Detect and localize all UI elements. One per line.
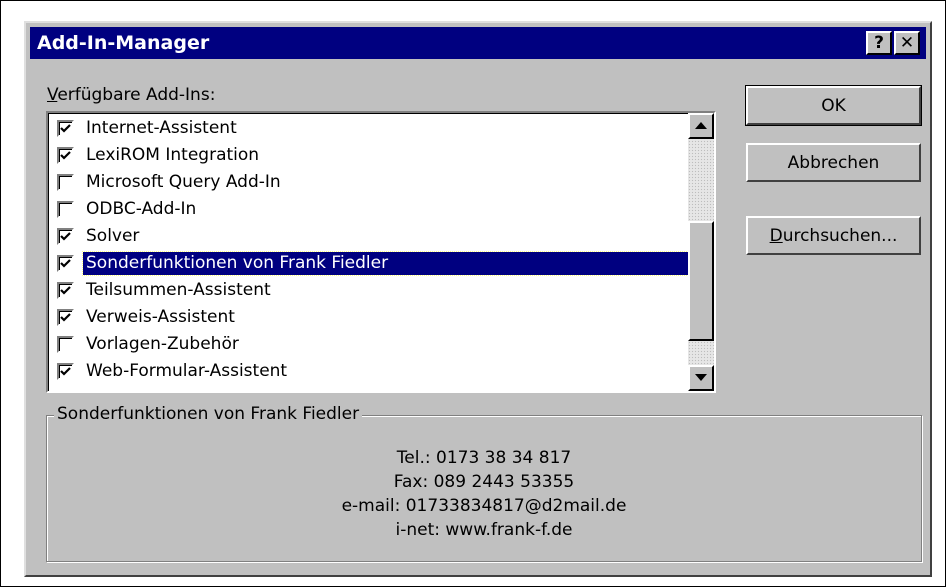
up-arrow-icon	[695, 122, 707, 129]
help-icon: ?	[874, 33, 884, 53]
close-icon: ✕	[899, 33, 915, 53]
list-item[interactable]: Microsoft Query Add-In	[49, 169, 688, 196]
list-item[interactable]: Internet-Assistent	[49, 115, 688, 142]
cancel-button-label: Abbrechen	[787, 152, 880, 173]
list-item-label: Microsoft Query Add-In	[86, 172, 281, 192]
list-item-label: Verweis-Assistent	[86, 307, 235, 327]
addin-checkbox[interactable]	[57, 363, 74, 380]
available-addins-label: Verfügbare Add-Ins:	[47, 85, 215, 105]
addins-list: Internet-Assistent LexiROM Integration Mic…	[48, 113, 688, 391]
list-item-label: Teilsummen-Assistent	[86, 280, 271, 300]
addin-details-title: Sonderfunktionen von Frank Fiedler	[54, 404, 363, 424]
browse-button-label: Durchsuchen...	[770, 226, 898, 246]
checkmark-icon	[60, 286, 71, 295]
browse-button[interactable]: Durchsuchen...	[746, 216, 921, 255]
available-addins-label-accesskey: V	[47, 85, 58, 105]
ok-button[interactable]: OK	[745, 85, 922, 126]
details-line-email: e-mail: 01733834817@d2mail.de	[341, 496, 627, 516]
vertical-scrollbar[interactable]	[688, 113, 714, 391]
list-item-label: LexiROM Integration	[86, 145, 260, 165]
addins-listbox[interactable]: Internet-Assistent LexiROM Integration Mic…	[46, 111, 716, 393]
list-item-label: Web-Formular-Assistent	[86, 361, 288, 381]
title-bar: Add-In-Manager ? ✕	[30, 27, 926, 59]
checkmark-icon	[60, 232, 71, 241]
list-item[interactable]: ODBC-Add-In	[49, 196, 688, 223]
browse-accesskey: D	[769, 225, 783, 246]
addin-checkbox[interactable]	[57, 309, 74, 326]
addin-details-lines: Tel.: 0173 38 34 817 Fax: 089 2443 53355…	[47, 446, 921, 542]
addin-checkbox[interactable]	[57, 282, 74, 299]
help-button[interactable]: ?	[866, 31, 892, 55]
details-line-web: i-net: www.frank-f.de	[395, 520, 573, 540]
scroll-thumb[interactable]	[688, 221, 714, 341]
addin-checkbox[interactable]	[57, 336, 74, 353]
list-item[interactable]: Teilsummen-Assistent	[49, 277, 688, 304]
list-item-label: Internet-Assistent	[86, 118, 237, 138]
addin-checkbox[interactable]	[57, 174, 74, 191]
down-arrow-icon	[695, 374, 707, 381]
checkmark-icon	[60, 151, 71, 160]
checkmark-icon	[60, 313, 71, 322]
addin-checkbox[interactable]	[57, 120, 74, 137]
checkmark-icon	[60, 259, 71, 268]
dialog-title: Add-In-Manager	[37, 32, 210, 54]
list-item[interactable]: Sonderfunktionen von Frank Fiedler	[49, 250, 688, 277]
list-item[interactable]: Verweis-Assistent	[49, 304, 688, 331]
list-item-label: Sonderfunktionen von Frank Fiedler	[82, 251, 688, 276]
browse-label-text: urchsuchen...	[782, 225, 898, 246]
close-button[interactable]: ✕	[894, 31, 920, 55]
scroll-up-button[interactable]	[688, 113, 714, 139]
available-addins-label-text: erfügbare Add-Ins:	[57, 85, 216, 105]
checkmark-icon	[60, 367, 71, 376]
list-item-label: Vorlagen-Zubehör	[86, 334, 239, 354]
list-item[interactable]: Solver	[49, 223, 688, 250]
addin-checkbox[interactable]	[57, 147, 74, 164]
list-item[interactable]: Web-Formular-Assistent	[49, 358, 688, 385]
addin-checkbox[interactable]	[57, 255, 74, 272]
addin-checkbox[interactable]	[57, 201, 74, 218]
details-line-fax: Fax: 089 2443 53355	[393, 472, 575, 492]
addin-checkbox[interactable]	[57, 228, 74, 245]
add-in-manager-dialog: Add-In-Manager ? ✕ Verfügbare Add-Ins: I…	[24, 21, 932, 577]
checkmark-icon	[60, 124, 71, 133]
list-item[interactable]: LexiROM Integration	[49, 142, 688, 169]
list-item[interactable]: Vorlagen-Zubehör	[49, 331, 688, 358]
list-item-label: Solver	[86, 226, 140, 246]
details-line-phone: Tel.: 0173 38 34 817	[396, 448, 572, 468]
scroll-down-button[interactable]	[688, 365, 714, 391]
cancel-button[interactable]: Abbrechen	[746, 143, 921, 182]
ok-button-label: OK	[821, 95, 846, 116]
addin-details-group: Sonderfunktionen von Frank Fiedler Tel.:…	[46, 404, 922, 562]
list-item-label: ODBC-Add-In	[86, 199, 197, 219]
